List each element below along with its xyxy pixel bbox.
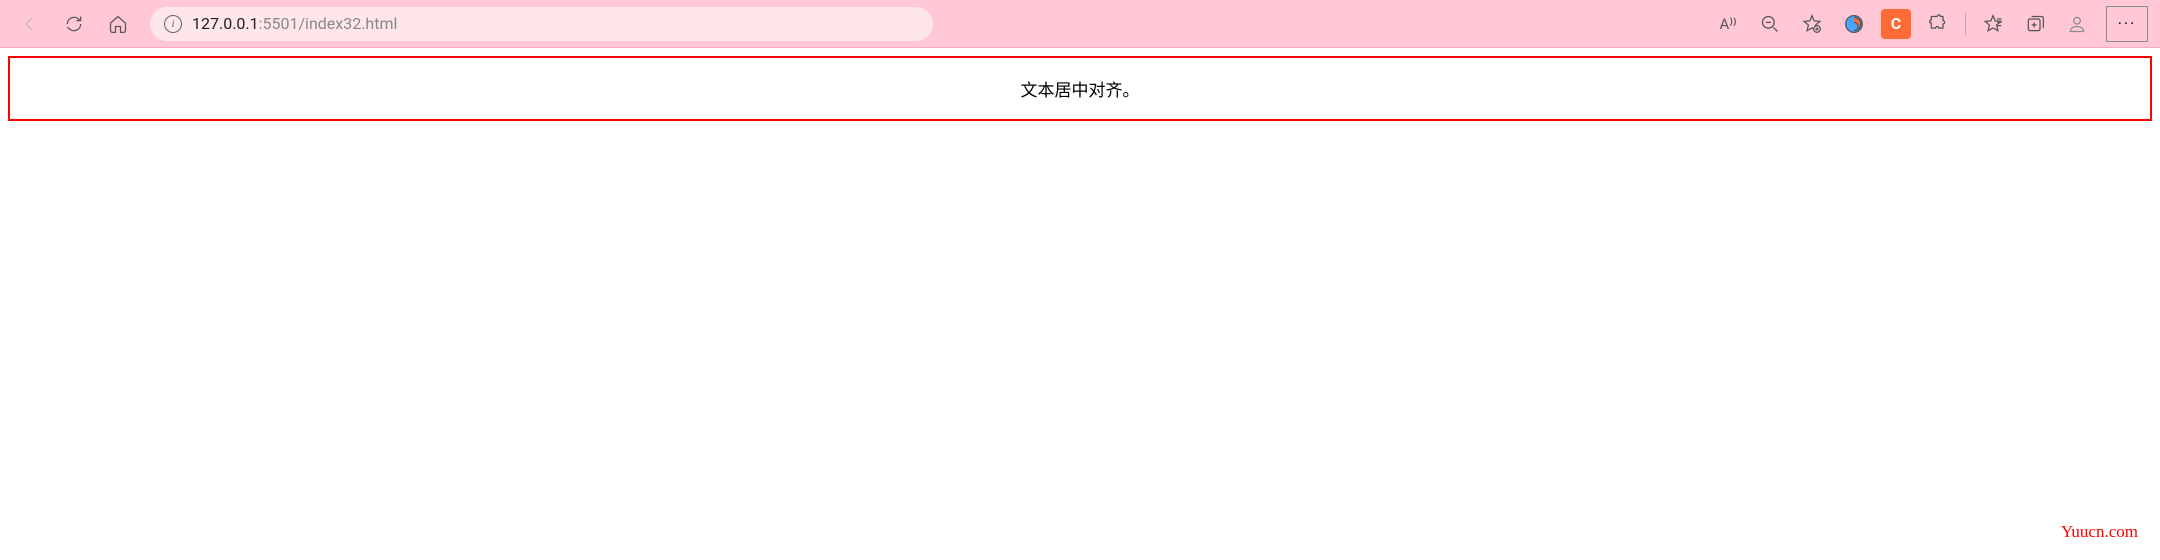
back-button[interactable] xyxy=(12,6,48,42)
c-badge-icon: C xyxy=(1881,9,1911,39)
centered-text: 文本居中对齐。 xyxy=(1021,81,1140,101)
collections-icon xyxy=(2025,14,2045,34)
star-lines-icon xyxy=(1983,14,2003,34)
page-viewport: 文本居中对齐。 xyxy=(0,48,2160,129)
watermark: Yuucn.com xyxy=(2061,522,2138,542)
swirl-icon xyxy=(1844,14,1864,34)
favorite-button[interactable] xyxy=(1793,5,1831,43)
more-button[interactable]: ··· xyxy=(2106,6,2148,42)
site-info-icon[interactable]: i xyxy=(164,15,182,33)
puzzle-icon xyxy=(1928,14,1948,34)
favorites-list-button[interactable] xyxy=(1974,5,2012,43)
avatar-icon xyxy=(2067,14,2087,34)
centered-text-box: 文本居中对齐。 xyxy=(8,56,2152,121)
url-path: :5501/index32.html xyxy=(259,14,398,33)
url-host: 127.0.0.1 xyxy=(192,14,259,33)
extension-swirl-button[interactable] xyxy=(1835,5,1873,43)
extensions-button[interactable] xyxy=(1919,5,1957,43)
home-icon xyxy=(108,14,128,34)
star-add-icon xyxy=(1802,14,1822,34)
toolbar-divider xyxy=(1965,13,1966,35)
read-aloud-button[interactable]: A⁾⁾ xyxy=(1709,5,1747,43)
collections-button[interactable] xyxy=(2016,5,2054,43)
url-text: 127.0.0.1:5501/index32.html xyxy=(192,14,919,33)
extension-c-button[interactable]: C xyxy=(1877,5,1915,43)
address-bar[interactable]: i 127.0.0.1:5501/index32.html xyxy=(150,7,933,41)
zoom-out-button[interactable] xyxy=(1751,5,1789,43)
zoom-out-icon xyxy=(1760,14,1780,34)
browser-toolbar: i 127.0.0.1:5501/index32.html A⁾⁾ C xyxy=(0,0,2160,48)
profile-button[interactable] xyxy=(2058,5,2096,43)
home-button[interactable] xyxy=(100,6,136,42)
more-icon: ··· xyxy=(2118,14,2137,33)
refresh-button[interactable] xyxy=(56,6,92,42)
refresh-icon xyxy=(64,14,84,34)
toolbar-right: A⁾⁾ C ··· xyxy=(1709,5,2148,43)
arrow-left-icon xyxy=(20,14,40,34)
